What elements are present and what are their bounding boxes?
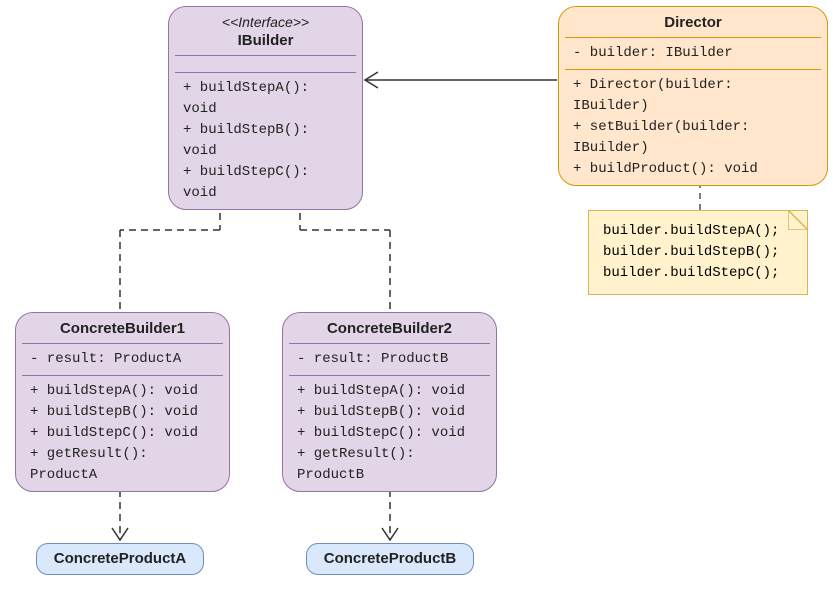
method-row: + buildStepA(): void (30, 381, 215, 402)
methods-section: + Director(builder: IBuilder) + setBuild… (559, 70, 827, 185)
class-name: IBuilder (238, 32, 294, 49)
stereotype-label: <<Interface>> (179, 13, 352, 31)
method-row: + buildStepB(): void (183, 120, 348, 162)
methods-section: + buildStepA(): void + buildStepB(): voi… (283, 376, 496, 491)
fields-section: - builder: IBuilder (559, 38, 827, 69)
field-row: - builder: IBuilder (573, 43, 813, 64)
note-line: builder.buildStepB(); (603, 242, 793, 263)
method-row: + buildStepB(): void (30, 402, 215, 423)
class-title: Director (559, 7, 827, 37)
method-row: + buildStepC(): void (30, 423, 215, 444)
note-line: builder.buildStepC(); (603, 263, 793, 284)
class-name: ConcreteProductA (54, 550, 187, 567)
class-concrete-builder2: ConcreteBuilder2 - result: ProductB + bu… (282, 312, 497, 492)
methods-section: + buildStepA(): void + buildStepB(): voi… (169, 73, 362, 209)
field-row: - result: ProductA (30, 349, 215, 370)
class-name: ConcreteProductB (324, 550, 457, 567)
class-title: <<Interface>> IBuilder (169, 7, 362, 55)
fields-section: - result: ProductB (283, 344, 496, 375)
method-row: + buildStepC(): void (183, 162, 348, 204)
methods-section: + buildStepA(): void + buildStepB(): voi… (16, 376, 229, 491)
class-name: ConcreteBuilder1 (60, 320, 185, 337)
class-title: ConcreteBuilder1 (16, 313, 229, 343)
note-line: builder.buildStepA(); (603, 221, 793, 242)
method-row: + buildProduct(): void (573, 159, 813, 180)
class-name: ConcreteBuilder2 (327, 320, 452, 337)
field-row: - result: ProductB (297, 349, 482, 370)
class-title: ConcreteProductA (37, 544, 203, 574)
fields-section: - result: ProductA (16, 344, 229, 375)
method-row: + buildStepB(): void (297, 402, 482, 423)
class-ibuilder: <<Interface>> IBuilder + buildStepA(): v… (168, 6, 363, 210)
method-row: + setBuilder(builder: IBuilder) (573, 117, 813, 159)
note-buildproduct-body: builder.buildStepA(); builder.buildStepB… (588, 210, 808, 295)
method-row: + buildStepA(): void (297, 381, 482, 402)
class-concrete-product-a: ConcreteProductA (36, 543, 204, 575)
method-row: + getResult(): ProductA (30, 444, 215, 486)
class-director: Director - builder: IBuilder + Director(… (558, 6, 828, 186)
method-row: + Director(builder: IBuilder) (573, 75, 813, 117)
method-row: + buildStepA(): void (183, 78, 348, 120)
class-concrete-builder1: ConcreteBuilder1 - result: ProductA + bu… (15, 312, 230, 492)
method-row: + buildStepC(): void (297, 423, 482, 444)
class-title: ConcreteBuilder2 (283, 313, 496, 343)
class-name: Director (664, 14, 722, 31)
class-concrete-product-b: ConcreteProductB (306, 543, 474, 575)
class-title: ConcreteProductB (307, 544, 473, 574)
method-row: + getResult(): ProductB (297, 444, 482, 486)
